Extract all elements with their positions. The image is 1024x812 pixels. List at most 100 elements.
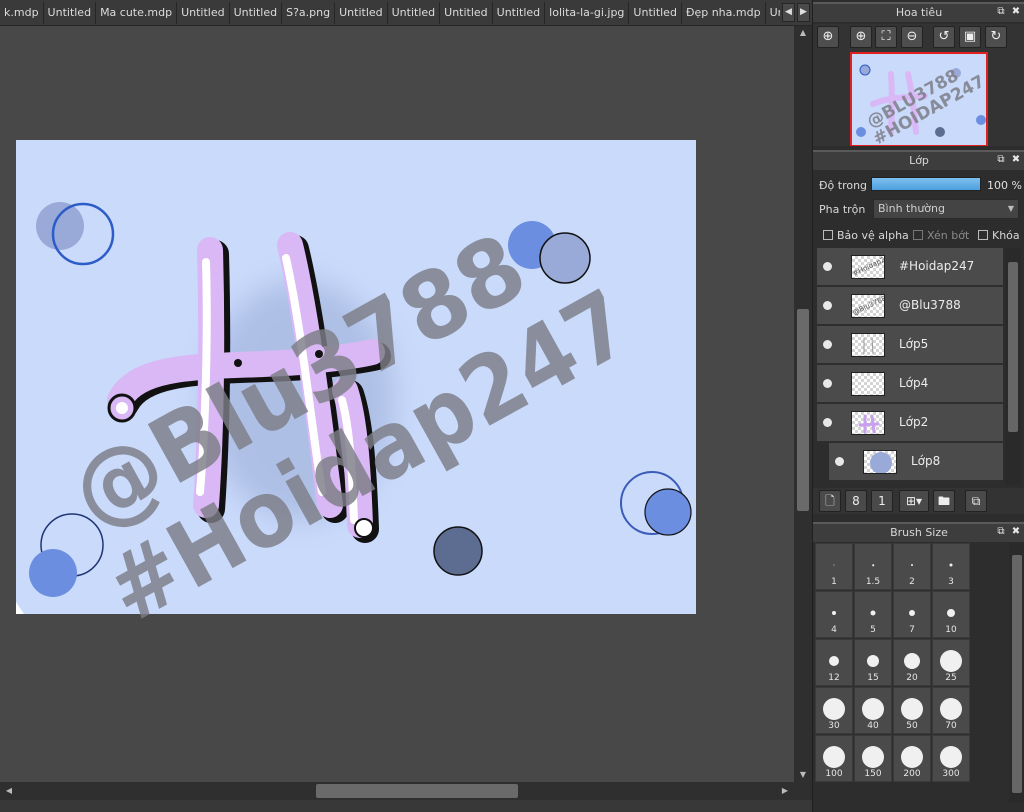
brush-size-cell[interactable]: 5 xyxy=(854,591,892,638)
visibility-icon[interactable] xyxy=(823,301,832,310)
brush-size-label: 3 xyxy=(948,577,954,587)
layer-row[interactable]: #Hoidap247 #Hoidap247 xyxy=(817,248,1003,286)
opacity-slider[interactable] xyxy=(871,177,981,191)
close-icon[interactable]: ✖ xyxy=(1010,154,1022,166)
brush-size-cell[interactable]: 3 xyxy=(932,543,970,590)
close-icon[interactable]: ✖ xyxy=(1010,6,1022,18)
layer-list: #Hoidap247 #Hoidap247 @Blu3788 @Blu3788 … xyxy=(817,248,1003,485)
document-tab[interactable]: Untitled xyxy=(229,2,283,24)
layer-row[interactable]: Lớp2 xyxy=(817,404,1003,442)
checkbox-icon xyxy=(823,230,833,240)
document-tab[interactable]: Untitled xyxy=(440,2,493,24)
close-icon[interactable]: ✖ xyxy=(1010,526,1022,538)
layer-row[interactable]: Lớp8 xyxy=(829,443,1003,481)
blend-mode-select[interactable]: Bình thường ▼ xyxy=(873,199,1019,219)
undock-icon[interactable]: ⧉ xyxy=(995,526,1007,538)
lock-checkbox[interactable]: Khóa xyxy=(978,229,1020,242)
brush-size-label: 70 xyxy=(945,721,957,731)
layer-scroll-thumb[interactable] xyxy=(1008,262,1018,432)
brush-size-cell[interactable]: 30 xyxy=(815,687,853,734)
rotate-left-icon[interactable]: ↺ xyxy=(933,26,955,48)
layer-list-scrollbar[interactable] xyxy=(1005,248,1021,485)
new-8bit-layer-icon[interactable]: 8 xyxy=(845,490,867,512)
rotate-right-icon[interactable]: ↻ xyxy=(985,26,1007,48)
canvas-svg[interactable]: @Blu3788 #Hoidap247 xyxy=(0,26,794,782)
layer-name: @Blu3788 xyxy=(899,298,961,312)
brush-size-cell[interactable]: 20 xyxy=(893,639,931,686)
brush-size-cell[interactable]: 40 xyxy=(854,687,892,734)
undock-icon[interactable]: ⧉ xyxy=(995,6,1007,18)
brush-size-cell[interactable]: 70 xyxy=(932,687,970,734)
scroll-down-icon[interactable]: ▼ xyxy=(798,770,808,780)
zoom-out-icon[interactable]: ⊖ xyxy=(901,26,923,48)
horizontal-scroll-thumb[interactable] xyxy=(316,784,518,798)
brush-size-cell[interactable]: 200 xyxy=(893,735,931,782)
layer-toolbar: 🗋 8 1 ⊞▾ 🖿 ⧉ xyxy=(813,488,1024,514)
document-tab[interactable]: Ma cute.mdp xyxy=(96,2,178,24)
brush-size-cell[interactable]: 15 xyxy=(854,639,892,686)
folder-icon[interactable]: 🖿 xyxy=(933,490,955,512)
fit-screen-icon[interactable]: ⛶ xyxy=(875,26,897,48)
layer-thumbnail xyxy=(851,411,885,435)
layer-row[interactable]: Lớp5 xyxy=(817,326,1003,364)
visibility-icon[interactable] xyxy=(823,340,832,349)
document-tab[interactable]: Untitled xyxy=(387,2,441,24)
brush-size-cell[interactable]: 7 xyxy=(893,591,931,638)
brush-size-cell[interactable]: 12 xyxy=(815,639,853,686)
brush-size-cell[interactable]: 4 xyxy=(815,591,853,638)
undock-icon[interactable]: ⧉ xyxy=(995,154,1007,166)
tab-scroll-right-icon[interactable]: ▶ xyxy=(797,3,810,22)
opacity-slider-fill xyxy=(872,178,980,190)
visibility-icon[interactable] xyxy=(823,262,832,271)
document-tab[interactable]: S?a.png xyxy=(282,2,336,24)
brush-size-cell[interactable]: 25 xyxy=(932,639,970,686)
new-layer-icon[interactable]: 🗋 xyxy=(819,490,841,512)
document-tab[interactable]: Untitled xyxy=(177,2,230,24)
document-tab[interactable]: k.mdp xyxy=(0,2,44,24)
brush-dot-icon xyxy=(823,698,845,720)
navigator-preview[interactable]: @BLU3788 #HOIDAP247 xyxy=(813,50,1024,149)
add-layer-menu-icon[interactable]: ⊞▾ xyxy=(899,490,929,512)
visibility-icon[interactable] xyxy=(823,418,832,427)
brush-size-cell[interactable]: 1.5 xyxy=(854,543,892,590)
canvas-vertical-scrollbar[interactable]: ▲ ▼ xyxy=(794,26,812,782)
fullscreen-icon[interactable]: ▣ xyxy=(959,26,981,48)
zoom-fit-icon[interactable]: ⊕ xyxy=(817,26,839,48)
visibility-icon[interactable] xyxy=(835,457,844,466)
brush-dot-icon xyxy=(909,610,915,616)
protect-alpha-checkbox[interactable]: Bảo vệ alpha xyxy=(823,229,909,242)
zoom-in-icon[interactable]: ⊕ xyxy=(850,26,872,48)
vertical-scroll-thumb[interactable] xyxy=(797,309,809,511)
layer-row[interactable]: @Blu3788 @Blu3788 xyxy=(817,287,1003,325)
document-tab[interactable]: Untitled xyxy=(492,2,546,24)
layer-row[interactable]: Lớp4 xyxy=(817,365,1003,403)
brush-size-cell[interactable]: 300 xyxy=(932,735,970,782)
brush-size-title-text: Brush Size xyxy=(890,526,948,539)
brush-size-cell[interactable]: 50 xyxy=(893,687,931,734)
scroll-right-icon[interactable]: ▶ xyxy=(780,786,790,796)
scroll-up-icon[interactable]: ▲ xyxy=(798,28,808,38)
visibility-icon[interactable] xyxy=(823,379,832,388)
brush-size-scrollbar[interactable] xyxy=(1009,543,1024,803)
brush-dot-icon xyxy=(940,650,962,672)
brush-size-cell[interactable]: 100 xyxy=(815,735,853,782)
document-tab[interactable]: Untitled xyxy=(629,2,682,24)
brush-size-cell[interactable]: 1 xyxy=(815,543,853,590)
scroll-left-icon[interactable]: ◀ xyxy=(4,786,14,796)
document-tab[interactable]: Untitled xyxy=(765,2,780,24)
brush-size-cell[interactable]: 10 xyxy=(932,591,970,638)
duplicate-layer-icon[interactable]: ⧉ xyxy=(965,490,987,512)
brush-scroll-thumb[interactable] xyxy=(1012,555,1022,793)
new-1bit-layer-icon[interactable]: 1 xyxy=(871,490,893,512)
document-tab[interactable]: lolita-la-gi.jpg xyxy=(545,2,630,24)
document-tab[interactable]: Untitled xyxy=(335,2,388,24)
document-tab[interactable]: Đẹp nha.mdp xyxy=(681,2,766,24)
clipping-checkbox[interactable]: Xén bớt xyxy=(913,229,969,242)
canvas-workspace[interactable]: @Blu3788 #Hoidap247 xyxy=(0,26,794,782)
brush-size-cell[interactable]: 2 xyxy=(893,543,931,590)
brush-size-cell[interactable]: 150 xyxy=(854,735,892,782)
canvas-horizontal-scrollbar[interactable]: ◀ ▶ xyxy=(0,782,812,800)
tab-scroll-left-icon[interactable]: ◀ xyxy=(782,3,795,22)
layer-name: Lớp4 xyxy=(899,376,929,390)
document-tab[interactable]: Untitled xyxy=(43,2,97,24)
